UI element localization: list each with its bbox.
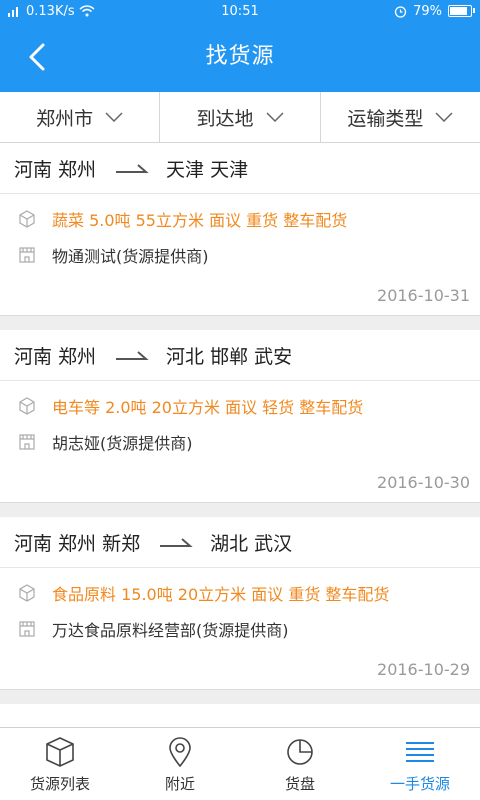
header: 找货源 [0,22,480,92]
battery-icon [448,5,475,17]
shipper-text: 物通测试(货源提供商) [52,247,209,266]
cube-icon [19,584,35,602]
filter-bar: 郑州市 到达地 运输类型 [0,92,480,143]
route-destination: 天津 天津 [166,158,249,181]
filter-destination[interactable]: 到达地 [160,92,321,142]
shipper-text: 胡志娅(货源提供商) [52,434,193,453]
post-date: 2016-10-29 [377,660,470,679]
filter-label: 运输类型 [347,107,424,130]
shipper-info: 物通测试(货源提供商) [18,243,209,267]
route: 河南 郑州 天津 天津 [0,143,480,194]
battery-percent: 79% [413,3,442,19]
wifi-icon [79,5,95,17]
signal-icon [8,7,18,17]
building-icon [19,247,35,263]
location-pin-icon [169,736,191,767]
battery-fill [450,7,468,15]
route: 河南 郑州 河北 邯郸 武安 [0,330,480,381]
chevron-down-icon [105,112,123,122]
goods-info: 电车等 2.0吨 20立方米 面议 轻货 整车配货 [18,394,363,418]
filter-label: 到达地 [196,107,254,130]
chevron-down-icon [435,112,453,122]
filter-transport-type[interactable]: 运输类型 [321,92,480,142]
goods-info: 蔬菜 5.0吨 55立方米 面议 重货 整车配货 [18,207,347,231]
route-origin: 河南 郑州 [14,345,97,368]
alarm-icon [394,5,407,18]
building-icon [19,621,35,637]
route-arrow-icon [116,164,149,173]
page-title: 找货源 [205,44,275,69]
chevron-down-icon [265,112,284,122]
status-bar: 0.13K/s 10:51 79% [0,0,480,22]
tab-nearby[interactable]: 附近 [120,728,240,800]
status-left: 0.13K/s [8,4,95,19]
post-date: 2016-10-30 [377,473,470,492]
list-item[interactable]: 河南 郑州 河北 邯郸 武安 电车等 2.0吨 20立方米 面议 轻货 整车配货… [0,330,480,503]
shipper-text: 万达食品原料经营部(货源提供商) [52,621,289,640]
goods-text: 蔬菜 5.0吨 55立方米 面议 重货 整车配货 [52,211,348,230]
cube-icon [19,210,35,228]
list-item[interactable]: 河南 郑州 天津 天津 蔬菜 5.0吨 55立方米 面议 重货 整车配货 物通测… [0,143,480,316]
list-item[interactable]: 河南 郑州 新郑 湖北 武汉 食品原料 15.0吨 20立方米 面议 重货 整车… [0,517,480,690]
route: 河南 郑州 新郑 湖北 武汉 [0,517,480,568]
bottom-tab-bar: 货源列表 附近 货盘 一手货源 [0,727,480,800]
route-origin: 河南 郑州 [14,158,97,181]
tab-label: 附近 [164,774,195,793]
pie-chart-icon [287,738,313,765]
status-right: 79% [394,3,475,19]
route-arrow-icon [116,351,149,360]
tab-label: 货盘 [284,774,315,793]
goods-info: 食品原料 15.0吨 20立方米 面议 重货 整车配货 [18,581,389,605]
post-date: 2016-10-31 [377,286,470,305]
route-destination: 河北 邯郸 武安 [166,345,293,368]
goods-text: 电车等 2.0吨 20立方米 面议 轻货 整车配货 [52,398,364,417]
building-icon [19,434,35,450]
list-icon [406,741,434,762]
cube-icon [19,397,35,415]
tab-label: 一手货源 [389,774,450,793]
route-arrow-icon [160,538,193,547]
tab-pallet[interactable]: 货盘 [240,728,360,800]
shipper-info: 万达食品原料经营部(货源提供商) [18,617,289,641]
route-origin: 河南 郑州 新郑 [14,532,141,555]
cargo-list: 河南 郑州 天津 天津 蔬菜 5.0吨 55立方米 面议 重货 整车配货 物通测… [0,143,480,744]
route-destination: 湖北 武汉 [210,532,293,555]
box-icon [46,736,74,767]
goods-text: 食品原料 15.0吨 20立方米 面议 重货 整车配货 [52,585,390,604]
filter-label: 郑州市 [36,107,94,130]
tab-label: 货源列表 [29,774,90,793]
filter-origin-city[interactable]: 郑州市 [0,92,161,142]
tab-cargo-list[interactable]: 货源列表 [0,728,120,800]
network-speed: 0.13K/s [26,3,75,19]
shipper-info: 胡志娅(货源提供商) [18,430,193,454]
tab-firsthand-cargo[interactable]: 一手货源 [360,728,480,800]
